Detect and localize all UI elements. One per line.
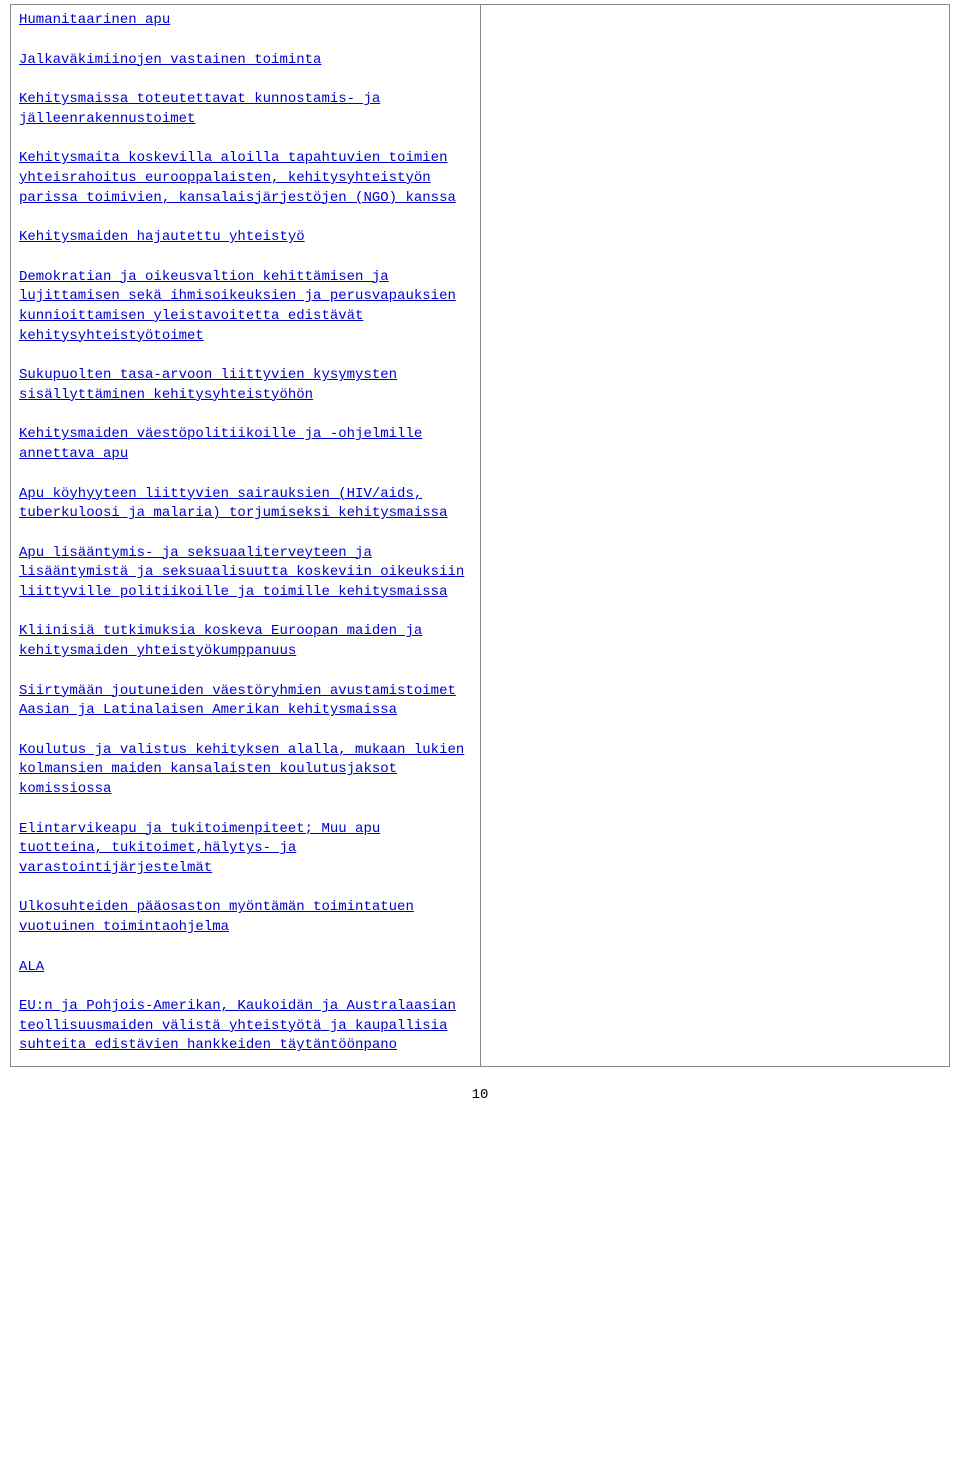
content-table: Humanitaarinen apu Jalkaväkimiinojen vas… [10,4,950,1067]
page-container: Humanitaarinen apu Jalkaväkimiinojen vas… [0,0,960,1133]
link-yhteisrahoitus-ngo[interactable]: Kehitysmaita koskevilla aloilla tapahtuv… [19,150,456,205]
link-eu-teollisuusmaat[interactable]: EU:n ja Pohjois-Amerikan, Kaukoidän ja A… [19,998,456,1053]
right-column [480,5,950,1067]
link-elintarvikeapu[interactable]: Elintarvikeapu ja tukitoimenpiteet; Muu … [19,821,380,876]
left-column: Humanitaarinen apu Jalkaväkimiinojen vas… [11,5,481,1067]
link-sukupuolten-tasa-arvo[interactable]: Sukupuolten tasa-arvoon liittyvien kysym… [19,367,397,403]
link-humanitaarinen-apu[interactable]: Humanitaarinen apu [19,12,170,28]
link-ala[interactable]: ALA [19,959,44,975]
link-siirtymaan-joutuneet[interactable]: Siirtymään joutuneiden väestöryhmien avu… [19,683,456,719]
link-kunnostamis[interactable]: Kehitysmaissa toteutettavat kunnostamis-… [19,91,380,127]
link-hajautettu-yhteistyo[interactable]: Kehitysmaiden hajautettu yhteistyö [19,229,305,245]
link-koulutus-valistus[interactable]: Koulutus ja valistus kehityksen alalla, … [19,742,464,797]
link-demokratia-ihmisoikeudet[interactable]: Demokratian ja oikeusvaltion kehittämise… [19,269,456,344]
link-ulkosuhteet-toimintaohjelma[interactable]: Ulkosuhteiden pääosaston myöntämän toimi… [19,899,414,935]
link-koyhyys-sairaudet[interactable]: Apu köyhyyteen liittyvien sairauksien (H… [19,486,447,522]
page-number: 10 [10,1087,950,1103]
link-seksuaaliterveys[interactable]: Apu lisääntymis- ja seksuaaliterveyteen … [19,545,464,600]
link-jalkavakimiinojen[interactable]: Jalkaväkimiinojen vastainen toiminta [19,52,321,68]
link-kliiniset-tutkimukset[interactable]: Kliinisiä tutkimuksia koskeva Euroopan m… [19,623,422,659]
link-vaestopolitiikka[interactable]: Kehitysmaiden väestöpolitiikoille ja -oh… [19,426,422,462]
